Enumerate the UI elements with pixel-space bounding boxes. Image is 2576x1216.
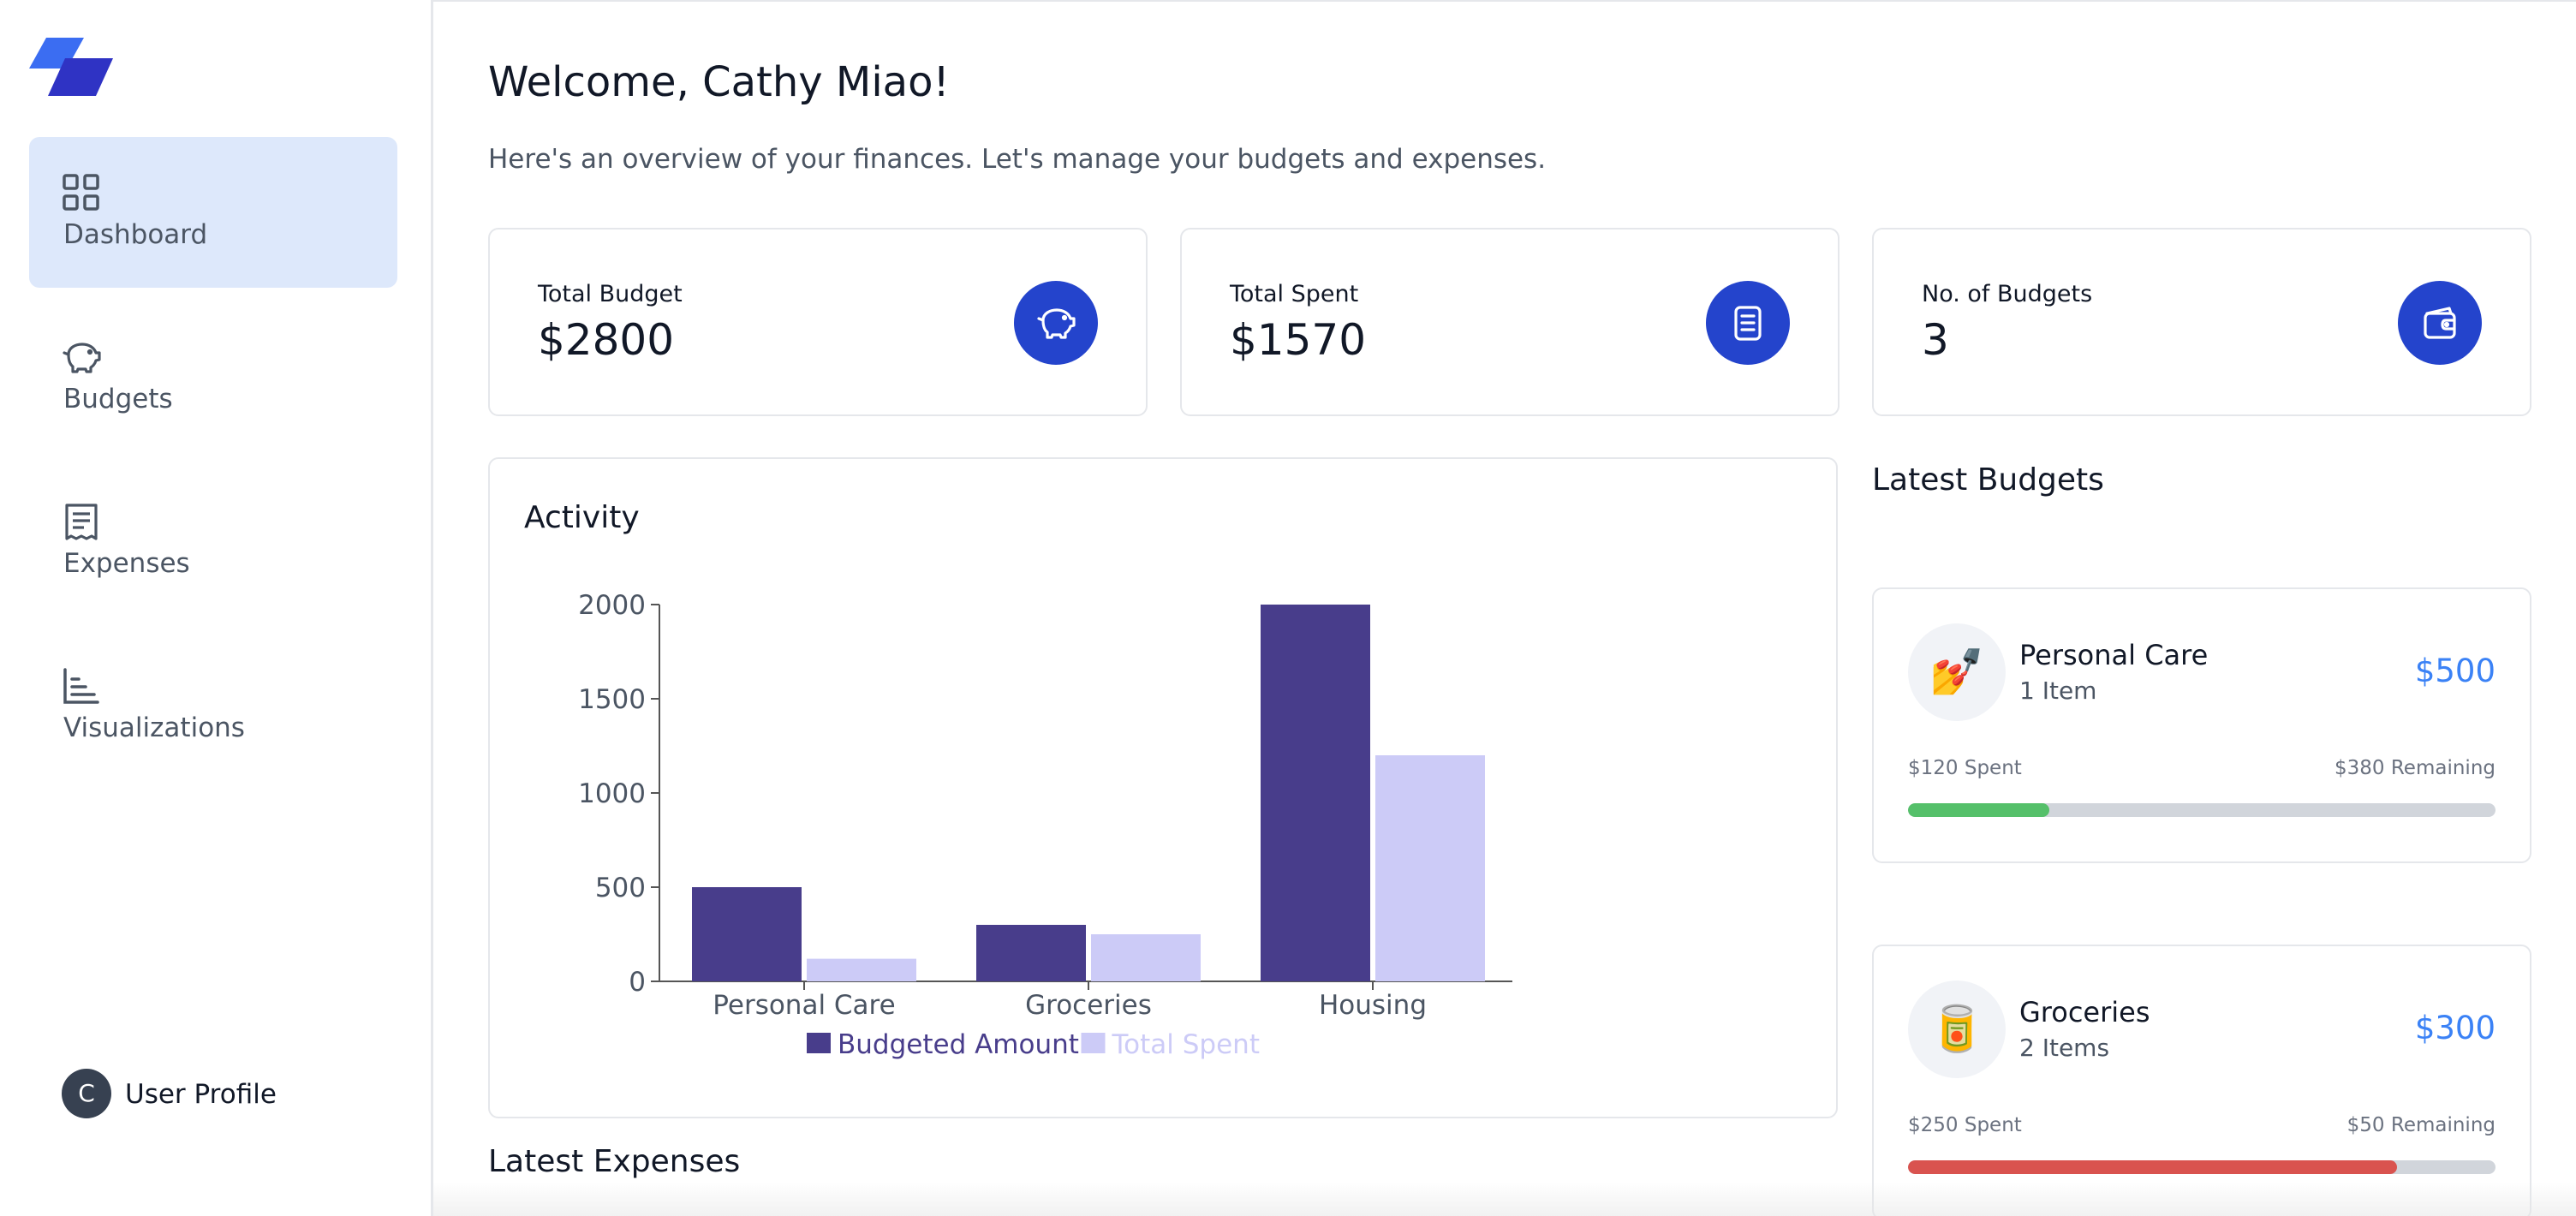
bar-budgeted-amount[interactable] <box>976 925 1086 981</box>
sidebar-item-expenses[interactable]: Expenses <box>29 466 397 617</box>
budget-amount: $500 <box>2414 653 2496 689</box>
budget-item-count: 2 Items <box>2019 1034 2110 1062</box>
stat-card-number-of-budgets: No. of Budgets 3 <box>1872 228 2531 416</box>
app-logo[interactable] <box>29 38 115 101</box>
y-tick-label: 0 <box>629 967 646 998</box>
latest-expenses-title: Latest Expenses <box>488 1144 741 1179</box>
stat-value: 3 <box>1922 315 1949 365</box>
sidebar-item-label: Budgets <box>63 384 173 414</box>
y-tick-label: 2000 <box>578 590 646 621</box>
receipt-icon <box>62 502 101 541</box>
avatar: C <box>62 1069 111 1118</box>
user-profile-label: User Profile <box>125 1079 277 1110</box>
budget-progress-fill <box>1908 803 2049 817</box>
x-tick-label: Personal Care <box>713 990 895 1021</box>
stat-label: Total Spent <box>1230 281 1359 307</box>
budget-card-groceries[interactable]: 🥫 Groceries 2 Items $300 $250 Spent $50 … <box>1872 945 2531 1216</box>
bar-total-spent[interactable] <box>1091 934 1201 981</box>
stat-card-total-spent: Total Spent $1570 <box>1180 228 1840 416</box>
x-tick-label: Housing <box>1319 990 1427 1021</box>
bar-chart-icon <box>62 666 101 706</box>
piggy-bank-icon <box>1014 281 1098 365</box>
activity-card: Activity 0 500 1000 1500 2000 Personal Care Gr… <box>488 457 1838 1118</box>
budget-remaining: $380 Remaining <box>2334 757 2496 779</box>
user-profile-link[interactable]: C User Profile <box>62 1069 370 1120</box>
budget-progress-fill <box>1908 1160 2398 1174</box>
canned-food-icon: 🥫 <box>1908 981 2006 1078</box>
page-subtitle: Here's an overview of your finances. Let… <box>488 144 1547 175</box>
grid-icon <box>62 173 101 212</box>
bar-budgeted-amount[interactable] <box>1261 605 1370 981</box>
budget-amount: $300 <box>2414 1010 2496 1046</box>
y-tick-label: 1000 <box>578 778 646 809</box>
legend-swatch <box>807 1033 831 1053</box>
bar-total-spent[interactable] <box>807 958 916 981</box>
legend-label[interactable]: Budgeted Amount <box>838 1029 1079 1060</box>
stat-card-total-budget: Total Budget $2800 <box>488 228 1148 416</box>
stat-label: Total Budget <box>538 281 683 307</box>
y-tick-label: 500 <box>595 873 646 903</box>
wallet-icon <box>2398 281 2482 365</box>
sidebar-item-visualizations[interactable]: Visualizations <box>29 630 397 781</box>
x-tick-label: Groceries <box>1025 990 1152 1021</box>
budget-spent: $120 Spent <box>1908 757 2022 779</box>
sidebar-item-label: Dashboard <box>63 219 208 250</box>
receipt-icon <box>1706 281 1790 365</box>
legend-swatch <box>1081 1033 1106 1053</box>
bar-total-spent[interactable] <box>1375 755 1485 981</box>
y-tick-label: 1500 <box>578 684 646 715</box>
budget-progress-track <box>1908 803 2496 817</box>
legend-label[interactable]: Total Spent <box>1112 1029 1260 1060</box>
budget-progress-track <box>1908 1160 2496 1174</box>
sidebar-item-budgets[interactable]: Budgets <box>29 301 397 452</box>
budget-spent: $250 Spent <box>1908 1114 2022 1136</box>
sidebar: Dashboard Budgets Expenses Visualization… <box>0 0 433 1216</box>
nail-polish-icon: 💅 <box>1908 623 2006 721</box>
budget-card-personal-care[interactable]: 💅 Personal Care 1 Item $500 $120 Spent $… <box>1872 587 2531 863</box>
page-title: Welcome, Cathy Miao! <box>488 58 950 106</box>
budget-remaining: $50 Remaining <box>2346 1114 2496 1136</box>
budget-name: Groceries <box>2019 996 2150 1028</box>
sidebar-item-label: Expenses <box>63 548 190 579</box>
piggy-bank-icon <box>62 337 101 377</box>
sidebar-item-dashboard[interactable]: Dashboard <box>29 137 397 288</box>
stat-value: $1570 <box>1230 315 1367 365</box>
activity-bar-chart: 0 500 1000 1500 2000 Personal Care Groceries Ho… <box>578 590 1512 1060</box>
stat-label: No. of Budgets <box>1922 281 2093 307</box>
sidebar-item-label: Visualizations <box>63 712 245 743</box>
budget-item-count: 1 Item <box>2019 677 2097 705</box>
budget-name: Personal Care <box>2019 639 2209 671</box>
stat-value: $2800 <box>538 315 675 365</box>
latest-budgets-title: Latest Budgets <box>1872 462 2104 498</box>
bar-budgeted-amount[interactable] <box>692 887 802 981</box>
